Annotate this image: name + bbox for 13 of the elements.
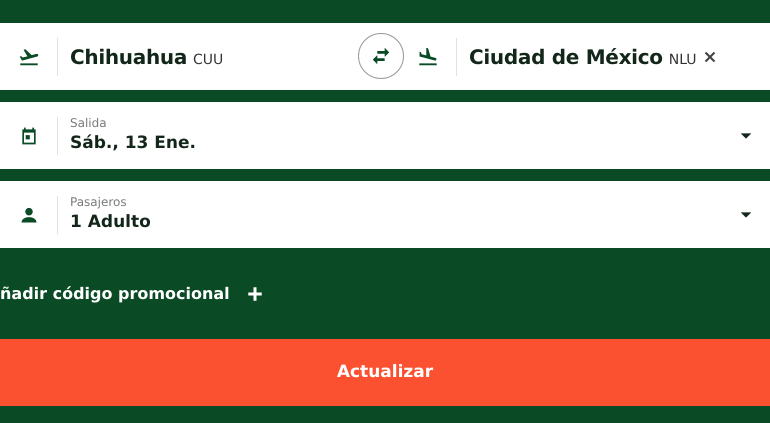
plus-icon[interactable]	[246, 284, 264, 302]
promo-code-link[interactable]: ñadir código promocional	[0, 282, 230, 306]
field-label: Pasajeros	[70, 195, 128, 210]
city-name: Ciudad de México	[469, 44, 663, 70]
swap-arrows-icon	[370, 45, 392, 67]
swap-button[interactable]	[358, 33, 404, 79]
airport-code: NLU	[668, 50, 697, 70]
landing-plane-icon	[416, 46, 438, 68]
date-value[interactable]: Sáb., 13 Ene.	[70, 132, 196, 154]
passenger-value[interactable]: 1 Adulto	[70, 210, 151, 233]
field-label: Salida	[70, 116, 108, 131]
airport-code: CUU	[193, 50, 224, 70]
city-name: Chihuahua	[70, 44, 188, 70]
